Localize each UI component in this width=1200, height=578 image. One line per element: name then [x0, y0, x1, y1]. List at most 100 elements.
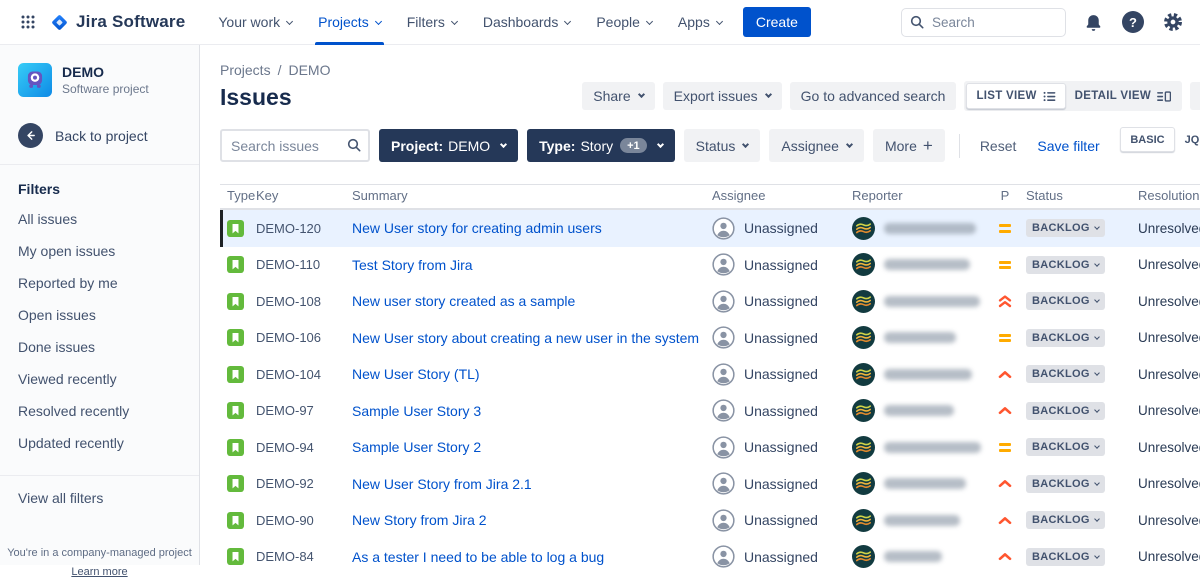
col-assignee[interactable]: Assignee: [710, 188, 850, 203]
nav-filters[interactable]: Filters: [394, 0, 470, 45]
table-row[interactable]: DEMO-97 Sample User Story 3 Unassigned: [220, 393, 1200, 430]
unassigned-avatar-icon: [712, 290, 735, 313]
save-filter-link[interactable]: Save filter: [1031, 138, 1105, 154]
status-badge[interactable]: BACKLOG: [1026, 292, 1105, 310]
list-view-toggle[interactable]: LIST VIEW: [966, 83, 1065, 109]
unassigned-avatar-icon: [712, 253, 735, 276]
issue-summary-link[interactable]: New user story created as a sample: [352, 293, 575, 309]
share-button[interactable]: Share: [582, 82, 654, 110]
issue-summary-link[interactable]: New User Story (TL): [352, 366, 480, 382]
table-row[interactable]: DEMO-90 New Story from Jira 2 Unassigned: [220, 502, 1200, 539]
sidebar-item-reported-by-me[interactable]: Reported by me: [0, 267, 199, 299]
nav-projects[interactable]: Projects: [305, 0, 394, 45]
chevron-down-icon: [375, 17, 382, 24]
table-row[interactable]: DEMO-108 New user story created as a sam…: [220, 283, 1200, 320]
jql-mode-button[interactable]: JQL: [1177, 134, 1200, 146]
search-icon: [346, 137, 362, 153]
list-view-icon: [1043, 91, 1056, 102]
sidebar-item-updated-recently[interactable]: Updated recently: [0, 427, 199, 459]
export-issues-button[interactable]: Export issues: [663, 82, 782, 110]
chevron-down-icon: [646, 17, 653, 24]
issue-summary-link[interactable]: New Story from Jira 2: [352, 512, 487, 528]
more-options-button[interactable]: •••: [1190, 82, 1200, 110]
issue-summary-link[interactable]: Test Story from Jira: [352, 257, 473, 273]
col-resolution[interactable]: Resolution: [1136, 188, 1200, 203]
jira-logo[interactable]: Jira Software: [50, 12, 185, 32]
unassigned-avatar-icon: [712, 363, 735, 386]
status-badge[interactable]: BACKLOG: [1026, 402, 1105, 420]
table-row[interactable]: DEMO-92 New User Story from Jira 2.1 Una…: [220, 466, 1200, 503]
reporter-avatar-icon: [852, 253, 875, 276]
managed-project-note: You're in a company-managed project: [0, 547, 199, 559]
status-badge[interactable]: BACKLOG: [1026, 256, 1105, 274]
chevron-down-icon: [1094, 443, 1100, 449]
status-badge[interactable]: BACKLOG: [1026, 548, 1105, 566]
nav-apps[interactable]: Apps: [665, 0, 735, 45]
back-to-project-label: Back to project: [55, 128, 148, 144]
chevron-down-icon: [1094, 297, 1100, 303]
breadcrumb-projects[interactable]: Projects: [220, 62, 271, 78]
sidebar-item-my-open-issues[interactable]: My open issues: [0, 235, 199, 267]
reset-link[interactable]: Reset: [974, 138, 1023, 154]
table-row[interactable]: DEMO-106 New User story about creating a…: [220, 320, 1200, 357]
status-badge[interactable]: BACKLOG: [1026, 438, 1105, 456]
plus-icon: +: [923, 137, 933, 154]
more-filters-button[interactable]: More+: [873, 129, 945, 162]
help-icon[interactable]: ?: [1120, 9, 1146, 35]
status-badge[interactable]: BACKLOG: [1026, 475, 1105, 493]
col-summary[interactable]: Summary: [350, 188, 710, 203]
nav-dashboards[interactable]: Dashboards: [470, 0, 584, 45]
create-button[interactable]: Create: [743, 7, 811, 37]
learn-more-link[interactable]: Learn more: [0, 566, 199, 578]
sidebar-item-all-issues[interactable]: All issues: [0, 203, 199, 235]
priority-icon: [984, 516, 1024, 525]
issue-summary-link[interactable]: New User story about creating a new user…: [352, 330, 699, 346]
nav-people[interactable]: People: [583, 0, 665, 45]
assignee-filter-button[interactable]: Assignee: [769, 129, 864, 162]
status-badge[interactable]: BACKLOG: [1026, 219, 1105, 237]
sidebar-item-done-issues[interactable]: Done issues: [0, 331, 199, 363]
resolution-value: Unresolved: [1136, 549, 1200, 564]
issue-summary-link[interactable]: As a tester I need to be able to log a b…: [352, 549, 604, 565]
back-arrow-icon: [18, 123, 43, 148]
assignee-name: Unassigned: [744, 512, 818, 528]
col-status[interactable]: Status: [1024, 188, 1136, 203]
col-type[interactable]: Type: [220, 188, 254, 203]
table-row[interactable]: DEMO-94 Sample User Story 2 Unassigned: [220, 429, 1200, 466]
nav-your-work[interactable]: Your work: [205, 0, 305, 45]
table-row[interactable]: DEMO-110 Test Story from Jira Unassigned: [220, 247, 1200, 284]
col-key[interactable]: Key: [254, 188, 350, 203]
breadcrumb-demo[interactable]: DEMO: [288, 62, 330, 78]
advanced-search-button[interactable]: Go to advanced search: [790, 82, 957, 110]
issue-summary-link[interactable]: New User Story from Jira 2.1: [352, 476, 532, 492]
app-switcher-icon[interactable]: [14, 8, 42, 36]
back-to-project[interactable]: Back to project: [0, 123, 199, 148]
detail-view-toggle[interactable]: DETAIL VIEW: [1066, 83, 1180, 109]
status-badge[interactable]: BACKLOG: [1026, 511, 1105, 529]
resolution-value: Unresolved: [1136, 257, 1200, 272]
reporter-name-blurred: [884, 478, 966, 489]
sidebar-item-view-all-filters[interactable]: View all filters: [0, 490, 199, 506]
issue-summary-link[interactable]: New User story for creating admin users: [352, 220, 602, 236]
basic-mode-button[interactable]: BASIC: [1120, 127, 1174, 152]
col-priority[interactable]: P: [984, 188, 1024, 203]
project-name: DEMO: [62, 64, 149, 80]
col-reporter[interactable]: Reporter: [850, 188, 984, 203]
sidebar-item-viewed-recently[interactable]: Viewed recently: [0, 363, 199, 395]
sidebar-item-open-issues[interactable]: Open issues: [0, 299, 199, 331]
chevron-down-icon: [1094, 224, 1100, 230]
issue-summary-link[interactable]: Sample User Story 3: [352, 403, 481, 419]
table-row[interactable]: DEMO-104 New User Story (TL) Unassigned: [220, 356, 1200, 393]
type-filter-button[interactable]: Type:Story+1: [527, 129, 675, 162]
table-row[interactable]: DEMO-84 As a tester I need to be able to…: [220, 539, 1200, 576]
notifications-icon[interactable]: [1080, 9, 1106, 35]
status-badge[interactable]: BACKLOG: [1026, 365, 1105, 383]
settings-gear-icon[interactable]: [1160, 9, 1186, 35]
sidebar-item-resolved-recently[interactable]: Resolved recently: [0, 395, 199, 427]
issue-summary-link[interactable]: Sample User Story 2: [352, 439, 481, 455]
global-search-input[interactable]: [901, 8, 1066, 37]
table-row[interactable]: DEMO-120 New User story for creating adm…: [220, 210, 1200, 247]
project-filter-button[interactable]: Project:DEMO: [379, 129, 518, 162]
status-badge[interactable]: BACKLOG: [1026, 329, 1105, 347]
status-filter-button[interactable]: Status: [684, 129, 761, 162]
